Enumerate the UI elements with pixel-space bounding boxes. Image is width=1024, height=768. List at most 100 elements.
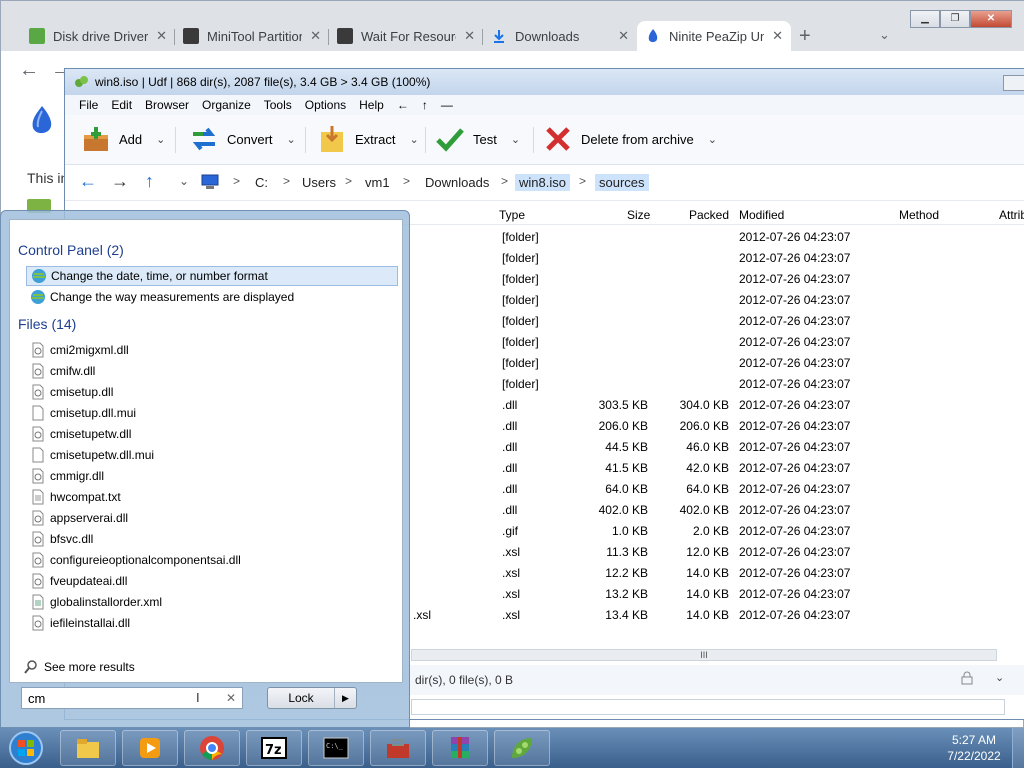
taskbar-toolbox[interactable] bbox=[370, 730, 426, 766]
column-attrib[interactable]: Attrib bbox=[999, 208, 1024, 222]
file-result-item[interactable]: cmisetupetw.dll bbox=[26, 424, 398, 444]
peazip-icon bbox=[75, 76, 88, 87]
column-packed[interactable]: Packed bbox=[689, 208, 729, 222]
menu-help[interactable]: Help bbox=[359, 98, 384, 112]
files-group-header[interactable]: Files (14) bbox=[18, 316, 76, 332]
file-result-item[interactable]: bfsvc.dll bbox=[26, 529, 398, 549]
file-result-item[interactable]: cmisetupetw.dll.mui bbox=[26, 445, 398, 465]
row-type-cell: .gif bbox=[502, 524, 519, 538]
crumb-vm1[interactable]: vm1 bbox=[361, 174, 394, 191]
path-up-button[interactable]: ↑ bbox=[145, 171, 154, 192]
crumb-users[interactable]: Users bbox=[298, 174, 340, 191]
row-type-cell: .dll bbox=[502, 398, 518, 412]
extract-button[interactable]: Extract ⌄ bbox=[317, 123, 419, 155]
minimize-button[interactable]: ▁ bbox=[910, 10, 940, 28]
file-result-item[interactable]: cmisetup.dll bbox=[26, 382, 398, 402]
file-result-item[interactable]: globalinstallorder.xml bbox=[26, 592, 398, 612]
row-size-cell: 206.0 KB bbox=[598, 419, 648, 433]
svg-text:7z: 7z bbox=[265, 743, 282, 758]
tab-close-icon[interactable]: ✕ bbox=[310, 28, 321, 44]
lock-button[interactable]: Lock ▶ bbox=[267, 687, 357, 709]
tab-wait-for-resource[interactable]: Wait For Resourc ✕ bbox=[329, 21, 483, 51]
maximize-button[interactable]: ❐ bbox=[940, 10, 970, 28]
file-result-item[interactable]: cmisetup.dll.mui bbox=[26, 403, 398, 423]
dll-file-icon bbox=[32, 468, 44, 484]
new-tab-button[interactable]: + bbox=[799, 25, 811, 48]
close-button[interactable]: ✕ bbox=[970, 10, 1012, 28]
file-result-item[interactable]: iefileinstallai.dll bbox=[26, 613, 398, 633]
cp-item-date-time-format[interactable]: Change the date, time, or number format bbox=[26, 266, 398, 286]
convert-button[interactable]: Convert ⌄ bbox=[189, 123, 296, 155]
delete-from-archive-button[interactable]: Delete from archive ⌄ bbox=[543, 123, 717, 155]
file-result-item[interactable]: appserverai.dll bbox=[26, 508, 398, 528]
path-back-button[interactable]: ← bbox=[79, 171, 97, 192]
menu-file[interactable]: File bbox=[79, 98, 98, 112]
add-button[interactable]: Add ⌄ bbox=[81, 123, 165, 155]
status-chevron-icon[interactable]: ⌄ bbox=[995, 671, 1004, 684]
test-button[interactable]: Test ⌄ bbox=[435, 123, 520, 155]
column-modified[interactable]: Modified bbox=[739, 208, 784, 222]
tab-ninite-peazip[interactable]: Ninite PeaZip Un ✕ bbox=[637, 21, 791, 51]
file-result-item[interactable]: hwcompat.txt bbox=[26, 487, 398, 507]
menu-dash[interactable]: — bbox=[441, 98, 453, 112]
add-archive-icon bbox=[84, 127, 108, 151]
clear-search-button[interactable]: ✕ bbox=[226, 691, 236, 705]
tab-close-icon[interactable]: ✕ bbox=[464, 28, 475, 44]
file-result-item[interactable]: configureieoptionalcomponentsai.dll bbox=[26, 550, 398, 570]
menu-options[interactable]: Options bbox=[305, 98, 346, 112]
start-button[interactable] bbox=[6, 730, 46, 766]
tab-close-icon[interactable]: ✕ bbox=[156, 28, 167, 44]
file-result-item[interactable]: fveupdateai.dll bbox=[26, 571, 398, 591]
show-desktop-button[interactable] bbox=[1012, 728, 1024, 768]
menu-up-arrow[interactable]: ↑ bbox=[422, 98, 428, 112]
taskbar-winrar[interactable] bbox=[432, 730, 488, 766]
menu-back-arrow[interactable]: ← bbox=[397, 98, 409, 112]
row-packed-cell: 42.0 KB bbox=[686, 461, 729, 475]
file-result-item[interactable]: cmifw.dll bbox=[26, 361, 398, 381]
peazip-window-control[interactable] bbox=[1003, 75, 1024, 91]
taskbar-explorer[interactable] bbox=[60, 730, 116, 766]
tab-close-icon[interactable]: ✕ bbox=[618, 28, 629, 44]
dll-file-icon bbox=[32, 363, 44, 379]
row-modified-cell: 2012-07-26 04:23:07 bbox=[739, 272, 851, 286]
crumb-sources[interactable]: sources bbox=[595, 174, 649, 191]
row-modified-cell: 2012-07-26 04:23:07 bbox=[739, 230, 851, 244]
taskbar-media-player[interactable] bbox=[122, 730, 178, 766]
crumb-downloads[interactable]: Downloads bbox=[421, 174, 493, 191]
crumb-c-drive[interactable]: C: bbox=[251, 174, 272, 191]
tab-disk-drive[interactable]: Disk drive Driver ✕ bbox=[21, 21, 175, 51]
see-more-results-link[interactable]: See more results bbox=[24, 660, 135, 674]
column-method[interactable]: Method bbox=[899, 208, 939, 222]
menu-browser[interactable]: Browser bbox=[145, 98, 189, 112]
path-forward-button[interactable]: → bbox=[111, 171, 129, 192]
tab-downloads[interactable]: Downloads ✕ bbox=[483, 21, 637, 51]
tab-minitool[interactable]: MiniTool Partition ✕ bbox=[175, 21, 329, 51]
taskbar-7zip[interactable]: 7z bbox=[246, 730, 302, 766]
system-clock[interactable]: 5:27 AM 7/22/2022 bbox=[944, 732, 1004, 764]
tab-close-icon[interactable]: ✕ bbox=[772, 28, 783, 44]
horizontal-scrollbar[interactable]: III bbox=[411, 649, 997, 661]
file-result-item[interactable]: cmmigr.dll bbox=[26, 466, 398, 486]
tab-search-button[interactable]: ⌄ bbox=[879, 27, 890, 43]
row-modified-cell: 2012-07-26 04:23:07 bbox=[739, 335, 851, 349]
column-size[interactable]: Size bbox=[627, 208, 650, 222]
lock-icon[interactable] bbox=[961, 671, 973, 685]
taskbar-chrome[interactable] bbox=[184, 730, 240, 766]
crumb-win8-iso[interactable]: win8.iso bbox=[515, 174, 570, 191]
start-search-input[interactable]: cm I ✕ bbox=[21, 687, 243, 709]
file-result-item[interactable]: cmi2migxml.dll bbox=[26, 340, 398, 360]
menu-organize[interactable]: Organize bbox=[202, 98, 251, 112]
row-type-cell: [folder] bbox=[502, 293, 539, 307]
back-button[interactable]: ← bbox=[19, 59, 39, 82]
column-type[interactable]: Type bbox=[499, 208, 525, 222]
cp-item-measurements[interactable]: Change the way measurements are displaye… bbox=[26, 287, 398, 307]
control-panel-group-header[interactable]: Control Panel (2) bbox=[18, 242, 124, 258]
taskbar-cmd[interactable]: C:\_ bbox=[308, 730, 364, 766]
path-history-dropdown[interactable]: ⌄ bbox=[179, 174, 189, 188]
menu-edit[interactable]: Edit bbox=[111, 98, 132, 112]
taskbar-peazip[interactable] bbox=[494, 730, 550, 766]
row-type-cell: .dll bbox=[502, 440, 518, 454]
power-options-arrow[interactable]: ▶ bbox=[334, 688, 356, 708]
row-packed-cell: 304.0 KB bbox=[679, 398, 729, 412]
menu-tools[interactable]: Tools bbox=[264, 98, 292, 112]
